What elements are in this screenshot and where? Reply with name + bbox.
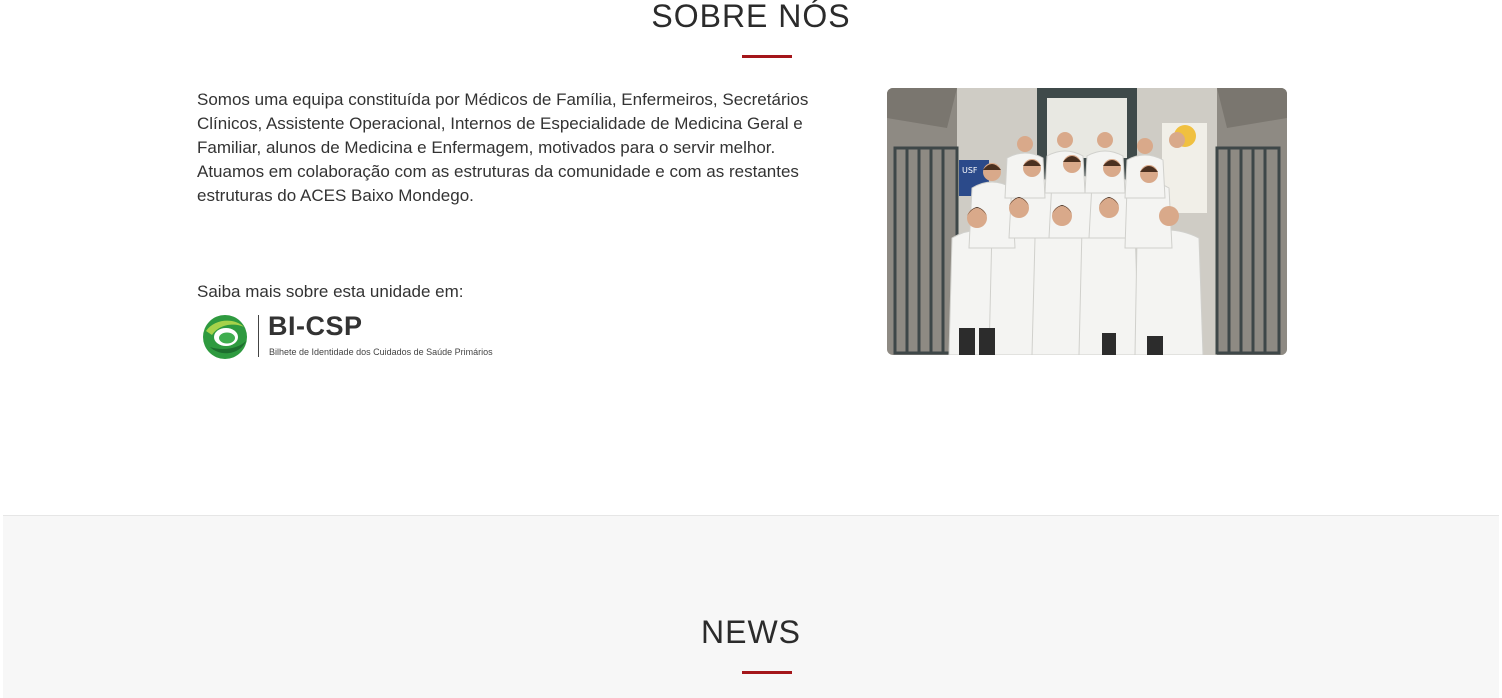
more-info-label: Saiba mais sobre esta unidade em: <box>197 282 464 301</box>
photo-sign-text: USF <box>962 166 978 175</box>
about-title: SOBRE NÓS <box>651 0 851 34</box>
bicsp-tagline: Bilhete de Identidade dos Cuidados de Sa… <box>269 347 493 357</box>
bicsp-divider <box>258 315 259 357</box>
about-description: Somos uma equipa constituída por Médicos… <box>197 90 809 205</box>
news-title-underline <box>742 671 792 674</box>
about-section: SOBRE NÓS Somos uma equipa constituída p… <box>0 0 1502 515</box>
team-photo-illustration: USF <box>887 88 1287 355</box>
bicsp-emblem-icon <box>203 315 247 359</box>
news-title: NEWS <box>701 614 801 650</box>
bicsp-logo-link[interactable]: BI-CSP Bilhete de Identidade dos Cuidado… <box>200 311 500 363</box>
bicsp-name: BI-CSP <box>268 311 363 341</box>
about-title-underline <box>742 55 792 58</box>
news-section: NEWS <box>3 515 1499 698</box>
team-photo: USF <box>887 88 1287 355</box>
